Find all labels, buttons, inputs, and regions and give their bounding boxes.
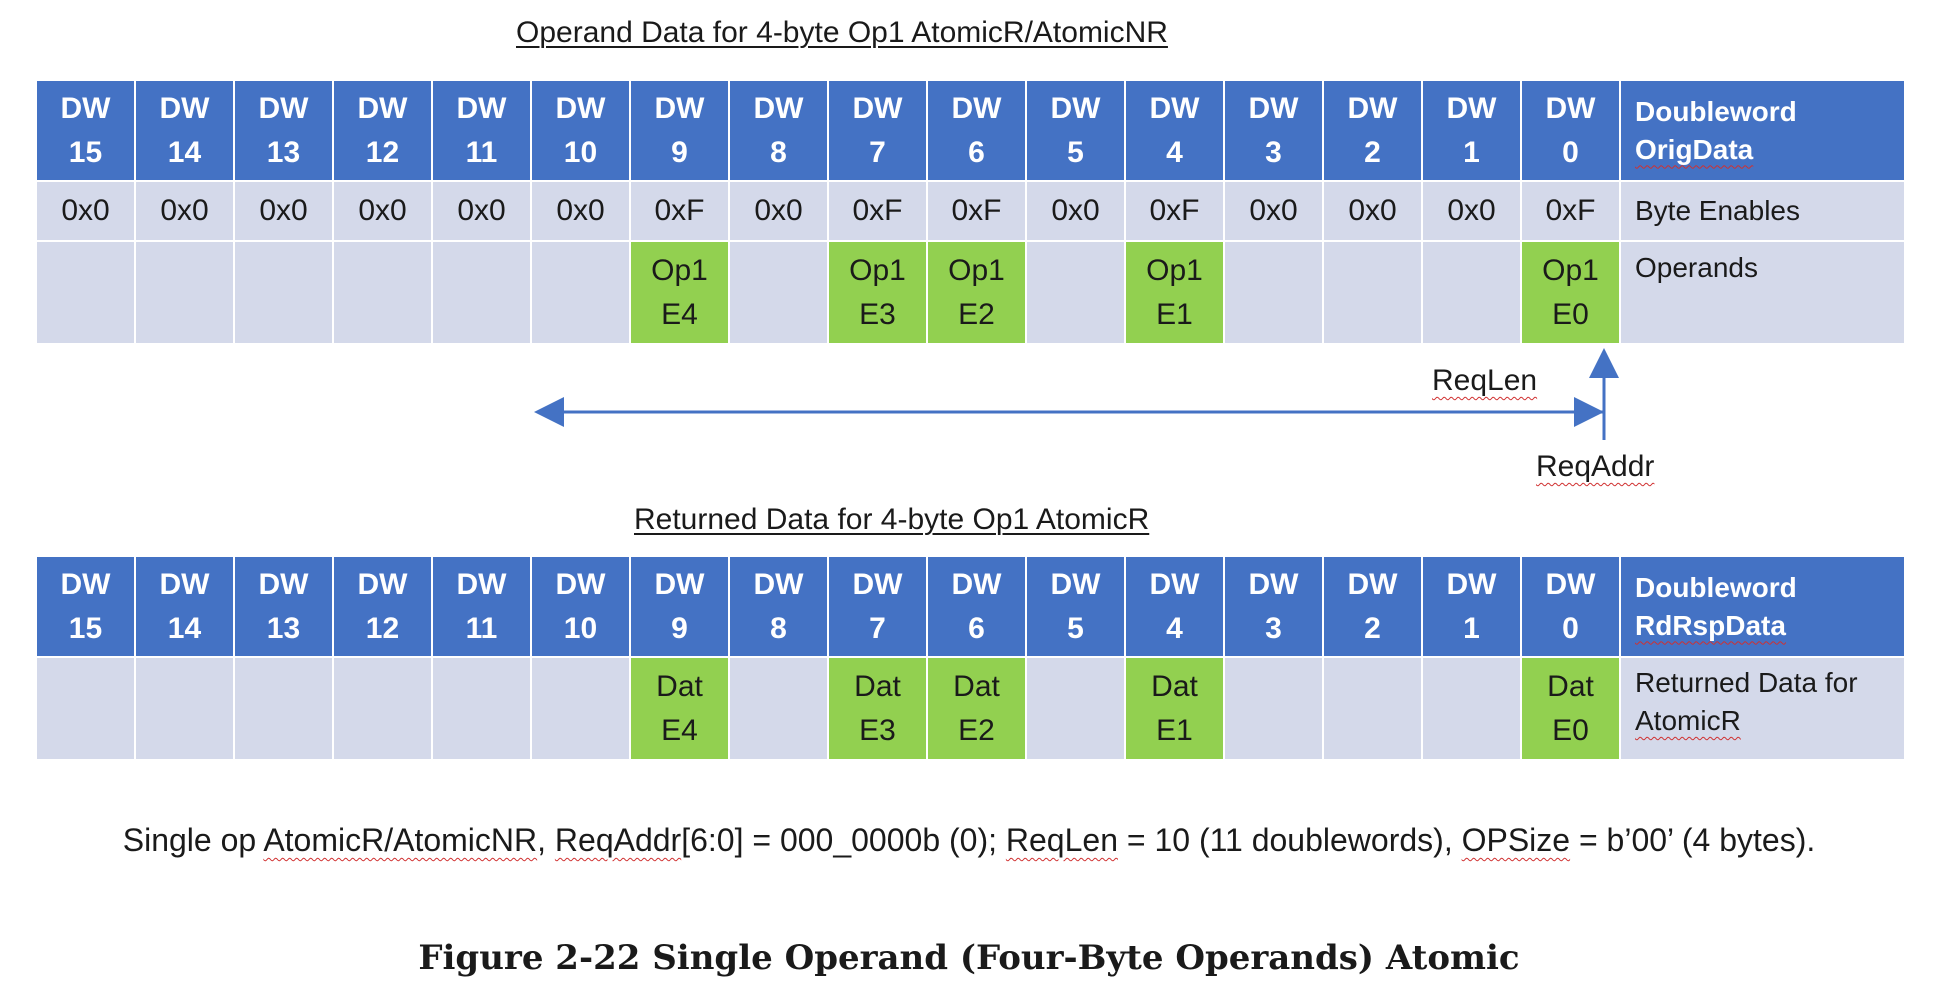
- returned-data-cell: [1422, 657, 1521, 760]
- returned-data-label-line1: Returned Data for: [1635, 667, 1858, 698]
- returned-data-label-line2: AtomicR: [1635, 705, 1741, 736]
- returned-data-cell: [432, 657, 531, 760]
- returned-data-cell: [531, 657, 630, 760]
- dw-header-cell: DW 13: [234, 556, 333, 657]
- dw-header-cell: DW 4: [1125, 556, 1224, 657]
- rdrsp-data-header-label-line1: Doubleword: [1635, 571, 1797, 603]
- description-caption: Single op AtomicR/AtomicNR, ReqAddr[6:0]…: [122, 822, 1816, 858]
- rdrsp-data-header-label: Doubleword RdRspData: [1620, 556, 1905, 657]
- dw-header-cell: DW 14: [135, 556, 234, 657]
- dw-header-cell: DW 2: [1323, 556, 1422, 657]
- returned-data-cell: Dat E1: [1125, 657, 1224, 760]
- dw-header-cell: DW 15: [36, 556, 135, 657]
- returned-data-cell: Dat E0: [1521, 657, 1620, 760]
- returned-data-cell: [729, 657, 828, 760]
- returned-data-cell: [333, 657, 432, 760]
- dw-header-cell: DW 12: [333, 556, 432, 657]
- reqaddr-label: ReqAddr: [1536, 450, 1655, 483]
- returned-data-cell: [1026, 657, 1125, 760]
- dw-header-cell: DW 9: [630, 556, 729, 657]
- dw-header-cell: DW 1: [1422, 556, 1521, 657]
- dw-header-cell: DW 3: [1224, 556, 1323, 657]
- dw-header-cell: DW 10: [531, 556, 630, 657]
- dw-header-cell: DW 0: [1521, 556, 1620, 657]
- returned-data-cell: Dat E2: [927, 657, 1026, 760]
- dw-header-cell: DW 6: [927, 556, 1026, 657]
- returned-data-cell: [1323, 657, 1422, 760]
- dw-header-cell: DW 8: [729, 556, 828, 657]
- rdrsp-data-header-label-line2: RdRspData: [1635, 609, 1786, 641]
- figure-title: Figure 2-22 Single Operand (Four-Byte Op…: [418, 938, 1520, 978]
- returned-data-cell: Dat E3: [828, 657, 927, 760]
- dw-header-cell: DW 5: [1026, 556, 1125, 657]
- dw-header-cell: DW 7: [828, 556, 927, 657]
- returned-data-cell: [135, 657, 234, 760]
- returned-data-cell: Dat E4: [630, 657, 729, 760]
- returned-data-table: DW 15 DW 14 DW 13 DW 12 DW 11 DW 10 DW 9 DW 8 DW…: [36, 556, 1905, 760]
- dw-header-cell: DW 11: [432, 556, 531, 657]
- returned-data-label: Returned Data for AtomicR: [1620, 657, 1905, 760]
- returned-table-title: Returned Data for 4-byte Op1 AtomicR: [634, 503, 1150, 536]
- returned-data-cell: [234, 657, 333, 760]
- reqlen-label: ReqLen: [1432, 364, 1538, 397]
- returned-data-cell: [1224, 657, 1323, 760]
- returned-data-cell: [36, 657, 135, 760]
